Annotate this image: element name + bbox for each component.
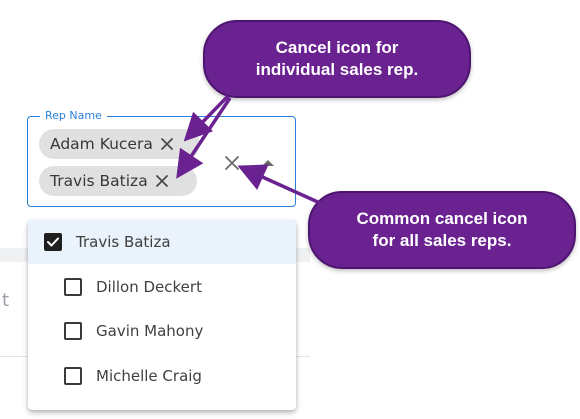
option-label: Michelle Craig (96, 367, 202, 385)
clear-all-close-icon[interactable] (222, 153, 242, 173)
rep-name-dropdown: Travis Batiza Dillon Deckert Gavin Mahon… (28, 220, 296, 410)
checkbox[interactable] (64, 322, 82, 340)
callout-common-cancel: Common cancel icon for all sales reps. (308, 191, 576, 269)
option-label: Dillon Deckert (96, 278, 202, 296)
caret-up-icon[interactable] (260, 155, 276, 171)
option-gavin-mahony[interactable]: Gavin Mahony (28, 309, 296, 353)
callout-line: Common cancel icon (356, 209, 528, 228)
checkbox-checked[interactable] (44, 233, 62, 251)
chip-adam-kucera: Adam Kucera (39, 129, 200, 159)
option-dillon-deckert[interactable]: Dillon Deckert (28, 265, 296, 309)
close-icon[interactable] (154, 173, 170, 189)
callout-line: Cancel icon for (275, 38, 399, 57)
chip-travis-batiza: Travis Batiza (39, 166, 197, 196)
rep-name-select[interactable]: Rep Name Adam Kucera Travis Batiza (27, 109, 296, 207)
option-travis-batiza[interactable]: Travis Batiza (28, 220, 296, 264)
option-michelle-craig[interactable]: Michelle Craig (28, 354, 296, 398)
option-label: Travis Batiza (76, 233, 171, 251)
close-icon[interactable] (159, 136, 175, 152)
rep-name-label: Rep Name (40, 109, 107, 123)
checkbox[interactable] (64, 278, 82, 296)
chip-label: Adam Kucera (50, 135, 153, 153)
chip-label: Travis Batiza (50, 172, 148, 190)
background-text-fragment: t (2, 290, 10, 311)
option-label: Gavin Mahony (96, 322, 204, 340)
callout-line: for all sales reps. (372, 231, 512, 250)
checkbox[interactable] (64, 367, 82, 385)
callout-line: individual sales rep. (255, 60, 419, 79)
callout-individual-cancel: Cancel icon for individual sales rep. (203, 20, 471, 98)
